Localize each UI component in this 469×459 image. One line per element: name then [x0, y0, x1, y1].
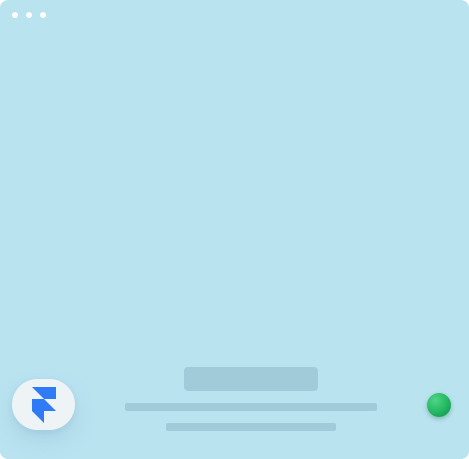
skeleton-line-placeholder — [166, 423, 336, 431]
framer-logo-icon — [31, 386, 56, 423]
status-indicator-icon — [427, 393, 451, 417]
window-dot-icon[interactable] — [26, 12, 32, 18]
window-controls — [12, 12, 46, 18]
skeleton-title-placeholder — [184, 367, 318, 391]
skeleton-line-placeholder — [125, 403, 377, 411]
app-icon-button[interactable] — [12, 379, 75, 430]
window-dot-icon[interactable] — [12, 12, 18, 18]
app-window — [0, 0, 469, 459]
window-dot-icon[interactable] — [40, 12, 46, 18]
